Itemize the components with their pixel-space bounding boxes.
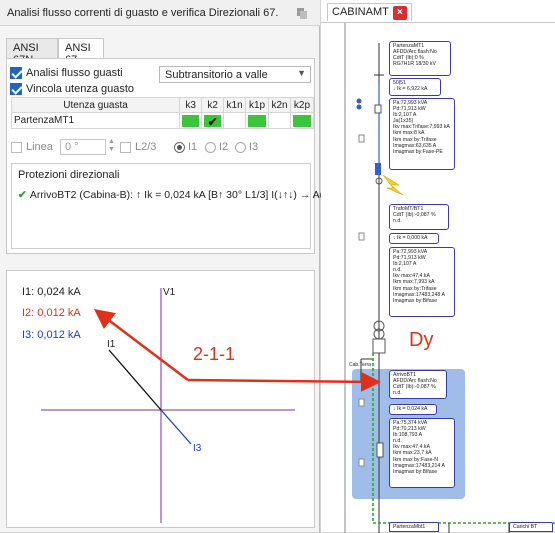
analisi-label: Analisi flusso guasti: [26, 67, 123, 79]
protezione-item[interactable]: ✔ ArrivoBT2 (Cabina-B): ↑ Ik = 0,024 kA […: [18, 189, 338, 201]
close-icon[interactable]: ×: [392, 6, 407, 20]
tab-ansi-67[interactable]: ANSI 67: [58, 38, 104, 66]
node-box-carichi-bt[interactable]: Carichi BT: [509, 522, 553, 532]
check-icon: ✔: [18, 189, 27, 201]
col-header: k2p: [289, 97, 315, 113]
fault-cell-k2n[interactable]: [268, 112, 291, 129]
utenza-header: Utenza guasta: [10, 97, 181, 113]
node-line: Imagmax:17483,248 A: [393, 291, 445, 298]
node-line: Imagmax:17483,214 A: [393, 462, 445, 469]
protezioni-group: Protezioni direzionali ✔ ArrivoBT2 (Cabin…: [11, 163, 338, 249]
ansi-67-page: Analisi flusso guasti Vincola utenza gua…: [6, 58, 338, 254]
col-header: k1p: [245, 97, 270, 113]
node-line: Carichi BT: [513, 524, 538, 530]
fault-cell-k2[interactable]: ✔: [201, 112, 225, 129]
phasor-diagram: I1: 0,024 kA I2: 0,012 kA I3: 0,012 kA V…: [6, 270, 315, 528]
col-header: k2: [201, 97, 225, 113]
node-line: n.d.: [393, 218, 402, 225]
analisi-checkbox[interactable]: [10, 67, 22, 79]
radio-i1[interactable]: [174, 142, 185, 153]
angle-input[interactable]: 0 °: [60, 139, 106, 155]
node-box-partenzambt1[interactable]: PartenzaMbt1: [389, 522, 439, 532]
vincola-checkbox[interactable]: [10, 83, 22, 95]
tab-ansi-67n[interactable]: ANSI 67N: [6, 38, 58, 66]
table-header-row: Utenza guasta k3 k2 k1n k1p k2n k2p: [10, 97, 315, 113]
panel-titlebar: Analisi flusso correnti di guasto e veri…: [0, 0, 320, 26]
radio-i3[interactable]: [235, 142, 246, 153]
transformer-label: Dy: [409, 329, 434, 351]
node-box-arrivo-results[interactable]: Pa:75,374 kVA Pd:70,213 kW Ib:108,793 A …: [389, 418, 455, 488]
node-box-trafo-results[interactable]: Pa:72,993 kVA Pd:71,913 kW Ib:2,107 A n.…: [389, 247, 455, 317]
protezione-text: ArrivoBT2 (Cabina-B): ↑ Ik = 0,024 kA [B…: [29, 189, 339, 201]
i1-vector: [108, 349, 162, 411]
radio-i2-label: I2: [219, 141, 229, 153]
fault-params-row: Linea 0 ° ▲ ▼ L2/3 I1 I2 I3: [11, 138, 311, 157]
i1-vector-label: I1: [107, 339, 116, 350]
panel-title: Analisi flusso correnti di guasto e veri…: [7, 7, 279, 19]
radio-i2[interactable]: [205, 142, 216, 153]
l23-label: L2/3: [135, 141, 157, 153]
vincola-checkbox-row[interactable]: Vincola utenza guasto: [10, 83, 134, 95]
pin-icon[interactable]: [295, 6, 309, 20]
tab-cabinamt[interactable]: CABINAMT ×: [327, 3, 412, 21]
node-box-partenzamt1[interactable]: PartenzaMT1 AFDD/Arc flash:No CdtT (Ib):…: [389, 41, 451, 76]
col-header: k3: [179, 97, 203, 113]
fault-cell-k2p[interactable]: [289, 112, 315, 129]
node-line: ↓ Ik = 0,024 kA: [393, 406, 428, 412]
fault-analysis-panel: Analisi flusso correnti di guasto e veri…: [0, 0, 338, 532]
node-line: PartenzaMbt1: [393, 524, 426, 530]
fault-cell-k3[interactable]: [179, 112, 203, 129]
regime-select-value: Subtransitorio a valle: [165, 69, 268, 81]
col-header: k2n: [268, 97, 291, 113]
spinner-arrows-icon[interactable]: ▲ ▼: [108, 138, 115, 154]
protezioni-title: Protezioni direzionali: [18, 169, 120, 181]
col-header: k1n: [223, 97, 247, 113]
regime-select[interactable]: Subtransitorio a valle ▼: [159, 66, 311, 83]
table-row[interactable]: PartenzaMT1 ✔: [10, 112, 315, 129]
phasor-svg: [41, 288, 295, 523]
linea-checkbox[interactable]: [11, 142, 22, 153]
vincola-label: Vincola utenza guasto: [26, 83, 135, 95]
check-icon: ✔: [204, 114, 222, 129]
node-line: n.d.: [393, 390, 402, 397]
i3-vector: [160, 409, 192, 445]
fault-cell-k1n[interactable]: [223, 112, 247, 129]
sequence-annotation: 2-1-1: [193, 344, 236, 364]
v1-label: V1: [163, 287, 176, 298]
chevron-down-icon: ▼: [297, 68, 306, 78]
utenza-table: Utenza guasta k3 k2 k1n k1p k2n k2p Part…: [10, 97, 315, 129]
tab-cabinamt-label: CABINAMT: [332, 6, 389, 18]
node-line: Imagmax by:Fase-PE: [393, 148, 443, 155]
node-box-trafo[interactable]: TrafoMT/BT1 CdtT (Ib):-0,087 % n.d.: [389, 204, 449, 230]
utenza-name-cell: PartenzaMT1: [10, 112, 181, 129]
radio-i1-label: I1: [188, 141, 198, 153]
node-line: ↓ Ik = 6,922 kA: [393, 86, 428, 93]
node-box-ik-arrivo[interactable]: ↓ Ik = 0,024 kA: [389, 404, 437, 415]
node-line: Imagmax by:Bifase: [393, 297, 438, 304]
node-box-cable-results[interactable]: Pa:72,993 kVA Pd:71,913 kW Ib:2,107 A Ja…: [389, 98, 455, 170]
fault-cell-k1p[interactable]: [245, 112, 270, 129]
node-box-ik-trafo[interactable]: ↓ Ik = 0,000 kA: [389, 233, 439, 244]
analisi-checkbox-row[interactable]: Analisi flusso guasti: [10, 67, 123, 79]
l23-checkbox[interactable]: [120, 142, 131, 153]
node-line: RG7H1R 18/30 kV: [393, 61, 436, 68]
node-line: ↓ Ik = 0,000 kA: [393, 235, 428, 241]
i3-vector-label: I3: [193, 443, 202, 454]
node-box-arrivobt1[interactable]: ArrivoBT1 AFDD/Arc flash:No CdtT (Ib):-0…: [389, 370, 447, 399]
radio-i3-label: I3: [249, 141, 259, 153]
linea-label: Linea: [26, 141, 53, 153]
single-line-diagram-panel: CABINAMT × Cab.Terra Dy PartenzaMT1 AFDD…: [321, 0, 555, 533]
cab-terra-label: Cab.Terra: [349, 362, 371, 368]
node-line: Imagmax by:Bifase: [393, 468, 438, 475]
node-box-protection-50-51[interactable]: 50|51 ↓ Ik = 6,922 kA: [389, 78, 441, 96]
